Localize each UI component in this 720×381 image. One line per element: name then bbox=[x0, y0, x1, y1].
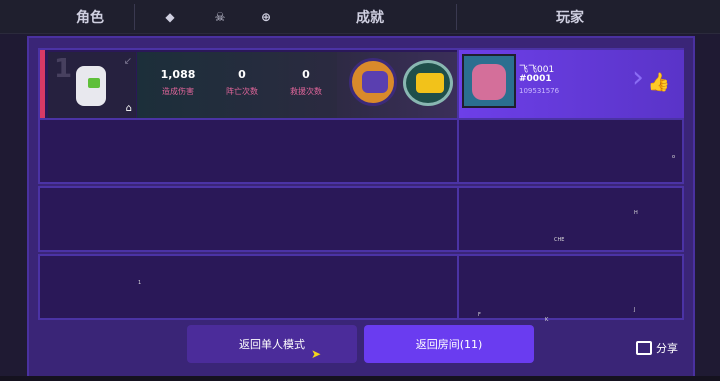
plus-circle-icon[interactable]: ⊕ bbox=[256, 0, 276, 34]
stats-area: 1,088 造成伤害 0 阵亡次数 0 救援次数 bbox=[137, 52, 337, 118]
achievements-area bbox=[337, 52, 459, 118]
column-divider bbox=[457, 120, 459, 182]
player-number: 109531576 bbox=[519, 87, 560, 95]
cheese-achievement-icon[interactable] bbox=[403, 60, 453, 106]
player-avatar-figure bbox=[472, 64, 506, 100]
player-card[interactable]: 飞飞001 #0001 109531576 › 👍 bbox=[459, 50, 684, 120]
back-room-label: 返回房间(11) bbox=[415, 338, 483, 351]
tab-character[interactable]: 角色 bbox=[60, 0, 120, 34]
expand-arrow-icon[interactable]: ↙ bbox=[124, 56, 132, 67]
tab-achievement-label: 成就 bbox=[356, 10, 384, 26]
back-single-mode-label: 返回单人模式 bbox=[239, 338, 305, 351]
marker: CHE bbox=[554, 237, 565, 243]
share-button[interactable]: 分享 bbox=[636, 340, 678, 356]
back-single-mode-button[interactable]: 返回单人模式 ➤ bbox=[187, 325, 357, 363]
rank-number: 1 bbox=[54, 54, 73, 84]
chevron-decor-icon: › bbox=[632, 60, 644, 95]
marker: o bbox=[672, 154, 676, 160]
stat-value: 0 bbox=[302, 68, 310, 81]
stat-rescues: 0 救援次数 bbox=[273, 68, 339, 97]
player-id: #0001 bbox=[519, 74, 552, 84]
home-icon: ⌂ bbox=[125, 103, 132, 114]
marker: H bbox=[634, 210, 638, 216]
cursor-icon: ➤ bbox=[311, 347, 322, 361]
wolf-achievement-icon[interactable] bbox=[349, 58, 397, 106]
bottom-edge bbox=[0, 376, 720, 381]
results-panel: 1 ↙ ⌂ 1,088 造成伤害 0 阵亡次数 0 救援次数 飞飞001 #00… bbox=[27, 36, 695, 378]
stat-damage: 1,088 造成伤害 bbox=[145, 68, 211, 97]
marker: K bbox=[545, 317, 549, 323]
tag-icon[interactable]: ◆ bbox=[160, 0, 180, 34]
share-icon bbox=[636, 341, 652, 355]
player-avatar bbox=[462, 54, 516, 108]
tab-separator bbox=[456, 4, 457, 30]
character-avatar: 1 ↙ ⌂ bbox=[48, 52, 136, 118]
marker: 1 bbox=[138, 280, 142, 286]
stat-value: 1,088 bbox=[160, 68, 196, 81]
skull-icon[interactable]: ☠ bbox=[210, 0, 230, 34]
rank-highlight bbox=[40, 50, 45, 120]
stat-label: 阵亡次数 bbox=[226, 87, 258, 96]
back-room-button[interactable]: 返回房间(11) bbox=[364, 325, 534, 363]
column-divider bbox=[457, 188, 459, 250]
character-weapon bbox=[88, 78, 100, 88]
tab-separator bbox=[134, 4, 135, 30]
tab-player-label: 玩家 bbox=[556, 10, 584, 26]
tab-character-label: 角色 bbox=[76, 10, 104, 26]
top-bar: 角色 ◆ ☠ ⊕ 成就 玩家 bbox=[0, 0, 720, 34]
wolf-face bbox=[362, 71, 388, 93]
marker: J bbox=[634, 307, 636, 313]
stat-label: 造成伤害 bbox=[162, 87, 194, 96]
cheese-wedge bbox=[416, 73, 444, 93]
tab-player[interactable]: 玩家 bbox=[540, 0, 600, 34]
thumbs-up-icon[interactable]: 👍 bbox=[648, 72, 670, 93]
column-divider bbox=[457, 256, 459, 318]
player-row[interactable]: 1 ↙ ⌂ 1,088 造成伤害 0 阵亡次数 0 救援次数 飞飞001 #00… bbox=[38, 48, 684, 122]
empty-player-row: H CHE bbox=[38, 186, 684, 252]
stat-value: 0 bbox=[238, 68, 246, 81]
empty-player-row: o bbox=[38, 118, 684, 184]
stat-deaths: 0 阵亡次数 bbox=[209, 68, 275, 97]
empty-player-row: 1 F K J bbox=[38, 254, 684, 323]
tab-achievement[interactable]: 成就 bbox=[340, 0, 400, 34]
share-label: 分享 bbox=[656, 342, 678, 355]
marker: F bbox=[478, 312, 481, 318]
stat-label: 救援次数 bbox=[290, 87, 322, 96]
